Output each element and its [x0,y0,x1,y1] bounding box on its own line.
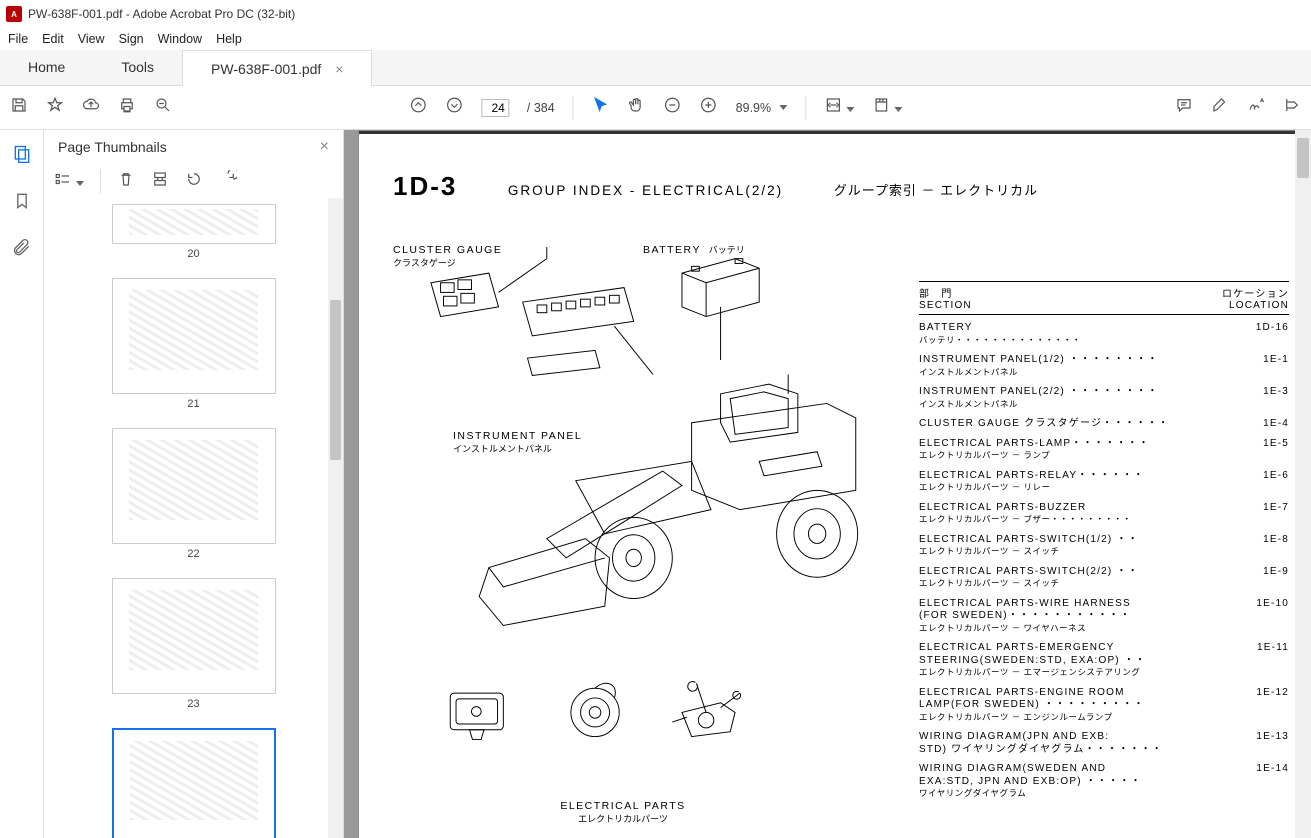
pdf-page: 1D-3 GROUP INDEX - ELECTRICAL(2/2) グループ索… [358,130,1298,838]
index-row: ELECTRICAL PARTS-EMERGENCYSTEERING(SWEDE… [919,642,1289,680]
panel-scrollbar[interactable] [328,198,343,838]
find-icon[interactable] [154,96,172,119]
diagram-svg [393,220,913,780]
app-icon: A [6,6,22,22]
delete-thumb-icon[interactable] [117,170,135,193]
thumbnails-title: Page Thumbnails [58,139,167,155]
rotate-cw-icon[interactable] [219,170,237,193]
index-row: ELECTRICAL PARTS-RELAY・・・・・・エレクトリカルパーツ －… [919,470,1289,495]
fit-width-icon[interactable] [824,96,854,119]
attachment-rail-icon[interactable] [12,238,32,263]
menu-help[interactable]: Help [216,32,242,46]
index-row: ELECTRICAL PARTS-LAMP・・・・・・・エレクトリカルパーツ －… [919,438,1289,463]
document-scrollbar[interactable] [1295,130,1311,838]
index-row: ELECTRICAL PARTS-SWITCH(1/2) ・・エレクトリカルパー… [919,534,1289,559]
comment-icon[interactable] [1175,96,1193,119]
highlight-icon[interactable] [1211,96,1229,119]
thumbnail-list[interactable]: 20 21 22 23 [44,198,343,838]
toolbar-divider [573,96,574,120]
rotate-ccw-icon[interactable] [185,170,203,193]
thumbnail-item[interactable]: 23 [44,578,343,710]
menu-edit[interactable]: Edit [42,32,64,46]
print-icon[interactable] [118,96,136,119]
select-tool-icon[interactable] [592,96,610,119]
page-down-icon[interactable] [445,96,463,119]
tab-tools[interactable]: Tools [93,49,182,85]
index-row: WIRING DIAGRAM(SWEDEN AND EXA:STD, JPN A… [919,763,1289,801]
index-row: ELECTRICAL PARTS-SWITCH(2/2) ・・エレクトリカルパー… [919,566,1289,591]
pan-tool-icon[interactable] [628,96,646,119]
index-row: WIRING DIAGRAM(JPN AND EXB: STD) ワイヤリングダ… [919,731,1289,756]
close-panel-icon[interactable]: × [320,138,329,156]
section-index-table: 部 門 SECTION ロケーション LOCATION BATTERYバッテリ・… [919,281,1289,808]
cloud-upload-icon[interactable] [82,96,100,119]
page-heading: 1D-3 GROUP INDEX - ELECTRICAL(2/2) グループ索… [393,171,1263,202]
zoom-dropdown[interactable]: 89.9% [736,101,787,115]
toolbar-divider [805,96,806,120]
tab-home[interactable]: Home [0,49,93,85]
index-row: ELECTRICAL PARTS-WIRE HARNESS (FOR SWEDE… [919,598,1289,636]
window-title: PW-638F-001.pdf - Adobe Acrobat Pro DC (… [28,7,295,21]
print-thumbs-icon[interactable] [151,170,169,193]
left-rail [0,130,44,838]
thumbnails-rail-icon[interactable] [12,144,32,169]
diagram-area: CLUSTER GAUGEクラスタゲージ BATTERY バッテリ INSTRU… [393,220,913,780]
index-row: INSTRUMENT PANEL(1/2) ・・・・・・・・インストルメントパネ… [919,354,1289,379]
menu-window[interactable]: Window [158,32,202,46]
thumbnail-item[interactable]: 21 [44,278,343,410]
bookmark-rail-icon[interactable] [12,191,32,216]
save-icon[interactable] [10,96,28,119]
menu-bar: File Edit View Sign Window Help [0,28,1311,50]
page-up-icon[interactable] [409,96,427,119]
menu-view[interactable]: View [78,32,105,46]
menu-file[interactable]: File [8,32,28,46]
page-view-icon[interactable] [872,96,902,119]
star-icon[interactable] [46,96,64,119]
tab-document[interactable]: PW-638F-001.pdf × [182,50,372,86]
toolbar-divider [100,169,101,193]
index-row: INSTRUMENT PANEL(2/2) ・・・・・・・・インストルメントパネ… [919,386,1289,411]
close-tab-icon[interactable]: × [335,61,343,77]
index-row: CLUSTER GAUGE クラスタゲージ・・・・・・1E-4 [919,418,1289,431]
index-row: ELECTRICAL PARTS-ENGINE ROOM LAMP(FOR SW… [919,687,1289,725]
thumbnail-item[interactable]: 20 [44,204,343,260]
index-row: ELECTRICAL PARTS-BUZZERエレクトリカルパーツ － ブザー・… [919,502,1289,527]
zoom-out-icon[interactable] [664,96,682,119]
page-number-input[interactable] [481,99,509,117]
tab-bar: Home Tools PW-638F-001.pdf × [0,50,1311,86]
main-toolbar: / 384 89.9% [0,86,1311,130]
thumbnails-panel: Page Thumbnails × 20 21 22 23 [44,130,344,838]
page-total-label: / 384 [527,101,555,115]
document-viewport[interactable]: 1D-3 GROUP INDEX - ELECTRICAL(2/2) グループ索… [344,130,1311,838]
stamp-icon[interactable] [1283,96,1301,119]
thumb-options-icon[interactable] [54,170,84,193]
index-row: BATTERYバッテリ・・・・・・・・・・・・・・1D-16 [919,322,1289,347]
title-bar: A PW-638F-001.pdf - Adobe Acrobat Pro DC… [0,0,1311,28]
menu-sign[interactable]: Sign [119,32,144,46]
thumbnail-item[interactable] [44,728,343,838]
thumbnail-item[interactable]: 22 [44,428,343,560]
sign-icon[interactable] [1247,96,1265,119]
zoom-in-icon[interactable] [700,96,718,119]
